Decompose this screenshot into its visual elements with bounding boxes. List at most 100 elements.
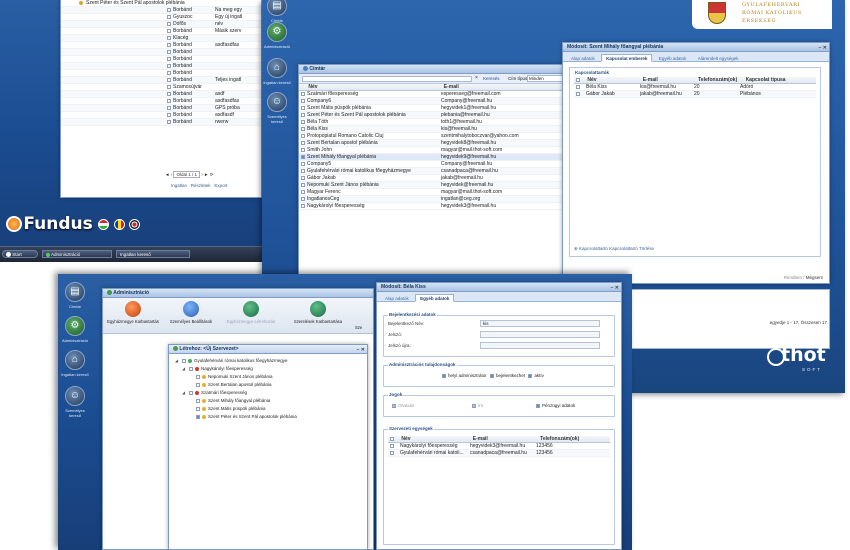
row-checkbox[interactable] — [301, 203, 305, 208]
side-icon-cimtar-f[interactable]: ▤ Címtár — [60, 282, 90, 309]
pager-prev-icon[interactable]: ◄ ‹ — [165, 172, 172, 177]
cancel-button[interactable]: Mégsem — [806, 275, 823, 280]
row-checkbox[interactable] — [301, 126, 305, 131]
table-row[interactable]: Borbánd asdf — [61, 91, 261, 98]
table-row[interactable]: Nagykárolyi főesperesség hegyvidek3@freem… — [299, 203, 565, 210]
table-row[interactable]: Borbánd Teljes ingatl — [61, 77, 261, 84]
table-row[interactable]: Szent Péter és Szent Pál apostolok plébá… — [299, 112, 565, 119]
tool-more[interactable]: Sze — [355, 325, 362, 330]
row-checkbox[interactable] — [167, 21, 171, 26]
contacts-footer-text[interactable]: Kapcsolattartó Kapcsolattartó Törlése — [579, 246, 654, 251]
user-tab-egyeb[interactable]: Egyéb adatok — [415, 294, 455, 302]
table-row[interactable]: Gábor Jakab jakab@freemail.hu — [299, 175, 565, 182]
right-write-box[interactable] — [472, 403, 476, 408]
minimize-icon[interactable]: – — [819, 45, 822, 51]
row-checkbox[interactable] — [167, 49, 171, 54]
check-active-box[interactable] — [528, 373, 533, 378]
tree-expand-icon[interactable]: ◢ — [175, 357, 180, 365]
table-row[interactable]: Gyulafehérvári római katoli... csanadpaca… — [388, 450, 610, 457]
footer-link-reszletek[interactable]: Részletek — [191, 183, 211, 188]
table-row[interactable]: Borbánd — [61, 70, 261, 77]
table-row[interactable]: Borbánd asdfasdfas — [61, 42, 261, 49]
table-row[interactable]: Dófős név — [61, 21, 261, 28]
start-button[interactable]: Start — [2, 250, 38, 258]
table-row[interactable]: Béla Kiss kis@freemail.hu 20 Adóró — [574, 84, 816, 91]
row-checkbox[interactable] — [167, 77, 171, 82]
tool-letrehozas[interactable]: Egyházmegye Létrehozás — [221, 301, 281, 324]
row-checkbox[interactable] — [301, 140, 305, 145]
row-checkbox[interactable] — [167, 56, 171, 61]
table-row[interactable]: Béla Kiss kis@freemail.hu — [299, 126, 565, 133]
tree-node[interactable]: Szent Bertalan apostol plébánia — [175, 381, 361, 389]
row-checkbox[interactable] — [301, 119, 305, 124]
tab-egyeb-adatok[interactable]: Egyéb adatok — [654, 54, 692, 62]
tool-egyhazmegye[interactable]: Egyházmegye Karbantartás — [105, 301, 161, 324]
table-row[interactable]: Magyar Ferenc magyar@mail.thot-soft.com — [299, 189, 565, 196]
table-row[interactable]: Borbánd Na meg egy — [61, 7, 261, 14]
right-write[interactable]: Író — [470, 403, 483, 408]
check-local-admin[interactable]: helyi adminisztrátor — [440, 373, 487, 378]
tool-szemelyes[interactable]: Személyes Beállítások — [165, 301, 217, 324]
tree-close-icon[interactable]: ✕ — [361, 347, 365, 353]
flag-ro-icon[interactable] — [113, 218, 125, 230]
table-row[interactable]: Szent Péter és Szent Pál apostolok plébá… — [61, 0, 261, 7]
side-icon-szemelyes-f[interactable]: ☺ Személyes kereső — [60, 386, 90, 418]
row-checkbox[interactable] — [301, 154, 305, 159]
table-row[interactable]: Béla Tóth toth1@freemail.hu — [299, 119, 565, 126]
tree-expand-icon[interactable]: ◢ — [182, 365, 187, 373]
tree-node-checkbox[interactable] — [196, 374, 200, 379]
row-checkbox[interactable] — [301, 112, 305, 117]
units-col-name[interactable]: Név — [401, 436, 471, 442]
pager-next-icon[interactable]: › ► ⟳ — [201, 172, 213, 177]
cimtar-col-name[interactable]: Név — [308, 84, 442, 90]
row-checkbox[interactable] — [301, 105, 305, 110]
tree-window-buttons[interactable]: – ✕ — [357, 346, 365, 355]
row-checkbox[interactable] — [301, 161, 305, 166]
row-checkbox[interactable] — [301, 147, 305, 152]
row-checkbox[interactable] — [301, 182, 305, 187]
right-finance[interactable]: Pénzügyi adatok — [534, 403, 575, 408]
row-checkbox[interactable] — [301, 196, 305, 201]
tree-node-checkbox[interactable] — [182, 358, 186, 363]
table-row[interactable]: Borbánd asdfasdfas — [61, 98, 261, 105]
table-row[interactable]: Company6 Company@freemail.hu — [299, 98, 565, 105]
tree-node[interactable]: ◢ Nagykárolyi főesperesség — [175, 365, 361, 373]
tree-minimize-icon[interactable]: – — [357, 347, 360, 353]
row-checkbox[interactable] — [167, 14, 171, 19]
tree-node[interactable]: Szent Mihály főangyal plébánia — [175, 397, 361, 405]
tree-node[interactable]: Szent Péter és Szent Pál apostolok plébá… — [175, 413, 361, 421]
table-row[interactable]: Nagykárolyi főesperesség hegyvidek3@freem… — [388, 443, 610, 450]
check-active[interactable]: aktív — [526, 373, 544, 378]
login-name-input[interactable]: kis — [480, 320, 600, 327]
password2-input[interactable] — [480, 342, 600, 349]
task-ingatlan[interactable]: Ingatlan kereső — [116, 250, 190, 258]
side-icon-admin-f[interactable]: ⚙ Adminisztráció — [60, 316, 90, 343]
row-checkbox[interactable] — [167, 28, 171, 33]
row-checkbox[interactable] — [390, 443, 394, 448]
cimtar-col-email[interactable]: E-mail — [444, 84, 554, 90]
row-checkbox[interactable] — [301, 98, 305, 103]
footer-link-export[interactable]: Export — [214, 183, 227, 188]
tree-node-checkbox[interactable] — [196, 398, 200, 403]
right-read[interactable]: Olvasás — [390, 403, 414, 408]
table-row[interactable]: Borbánd asdfasdf — [61, 112, 261, 119]
tree-node-checkbox[interactable] — [189, 390, 193, 395]
table-row[interactable]: Gábor Jakab jakab@freemail.hu 20 Plébános — [574, 91, 816, 98]
row-checkbox[interactable] — [167, 35, 171, 40]
table-row[interactable]: Smith John magyar@mail.thot-soft.com — [299, 147, 565, 154]
tree-expand-icon[interactable]: ◢ — [182, 389, 187, 397]
flag-uk-icon[interactable] — [128, 218, 140, 230]
row-checkbox[interactable] — [167, 112, 171, 117]
units-col-email[interactable]: E-mail — [473, 436, 539, 442]
row-checkbox[interactable] — [576, 84, 580, 89]
row-checkbox[interactable] — [167, 63, 171, 68]
row-checkbox[interactable] — [167, 105, 171, 110]
side-icon-szemelyes-r[interactable]: ☺ Személyes kereső — [262, 92, 292, 124]
detail-window-buttons[interactable]: – ✕ — [819, 44, 827, 53]
tree-node[interactable]: ◢ Szatmári főesperesség — [175, 389, 361, 397]
table-row[interactable]: IngatlanosCeg ingatlan@ceg.org — [299, 196, 565, 203]
table-row[interactable]: Borbánd — [61, 56, 261, 63]
contacts-select-all[interactable] — [576, 77, 580, 82]
cimtar-search-input[interactable] — [302, 76, 472, 82]
tree-node[interactable]: Szent Mátis püspök plébánia — [175, 405, 361, 413]
